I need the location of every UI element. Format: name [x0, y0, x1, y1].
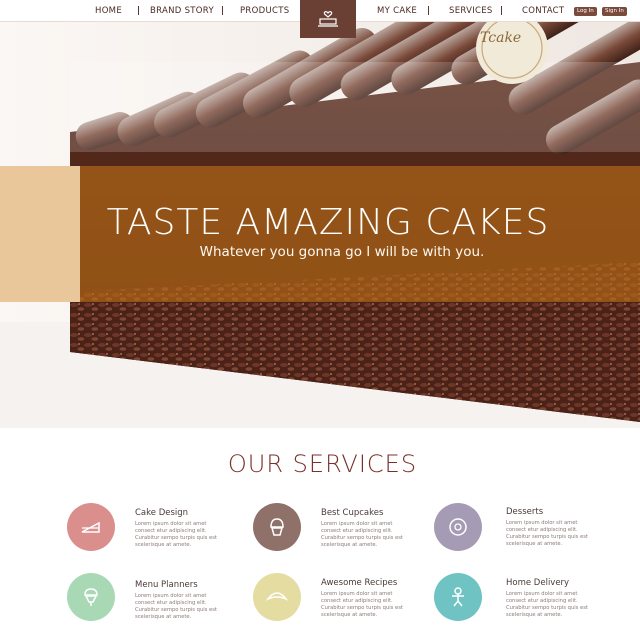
hero-banner: Tcake TASTE AMAZING CAKES Whatever you g…	[0, 22, 640, 428]
ice-cream-icon[interactable]	[67, 573, 115, 621]
nav-home[interactable]: HOME	[95, 6, 122, 16]
nav-brand-story[interactable]: BRAND STORY	[150, 6, 214, 16]
cake-logo-icon	[318, 11, 338, 27]
nav-products[interactable]: PRODUCTS	[240, 6, 289, 16]
hero-title: TASTE AMAZING CAKES	[106, 202, 550, 243]
nav-divider	[428, 6, 429, 15]
donut-icon[interactable]	[434, 503, 482, 551]
login-button[interactable]: Log In	[574, 7, 597, 16]
service-name: Home Delivery	[506, 578, 570, 588]
gingerbread-icon[interactable]	[434, 573, 482, 621]
service-description: Lorem ipsum dolor sit amet consect etur …	[321, 521, 403, 548]
nav-my-cake[interactable]: MY CAKE	[377, 6, 417, 16]
service-name: Awesome Recipes	[321, 578, 398, 588]
services-heading: OUR SERVICES	[227, 450, 418, 478]
hero-subtitle: Whatever you gonna go I will be with you…	[199, 244, 485, 260]
nav-services[interactable]: SERVICES	[449, 6, 493, 16]
brand-badge-text: Tcake	[480, 30, 522, 46]
service-description: Lorem ipsum dolor sit amet consect etur …	[135, 593, 217, 620]
nav-divider	[138, 6, 139, 15]
croissant-icon[interactable]	[253, 573, 301, 621]
nav-divider	[501, 6, 502, 15]
cake-slice-icon[interactable]	[67, 503, 115, 551]
service-name: Cake Design	[135, 508, 189, 518]
service-description: Lorem ipsum dolor sit amet consect etur …	[135, 521, 217, 548]
service-description: Lorem ipsum dolor sit amet consect etur …	[506, 520, 588, 547]
cupcake-icon[interactable]	[253, 503, 301, 551]
site-logo[interactable]	[300, 0, 356, 38]
nav-contact[interactable]: CONTACT	[522, 6, 564, 16]
nav-divider	[222, 6, 223, 15]
service-description: Lorem ipsum dolor sit amet consect etur …	[506, 591, 588, 618]
service-description: Lorem ipsum dolor sit amet consect etur …	[321, 591, 403, 618]
signin-button[interactable]: Sign In	[602, 7, 627, 16]
service-name: Menu Planners	[135, 580, 198, 590]
service-name: Best Cupcakes	[321, 508, 384, 518]
service-name: Desserts	[506, 507, 544, 517]
